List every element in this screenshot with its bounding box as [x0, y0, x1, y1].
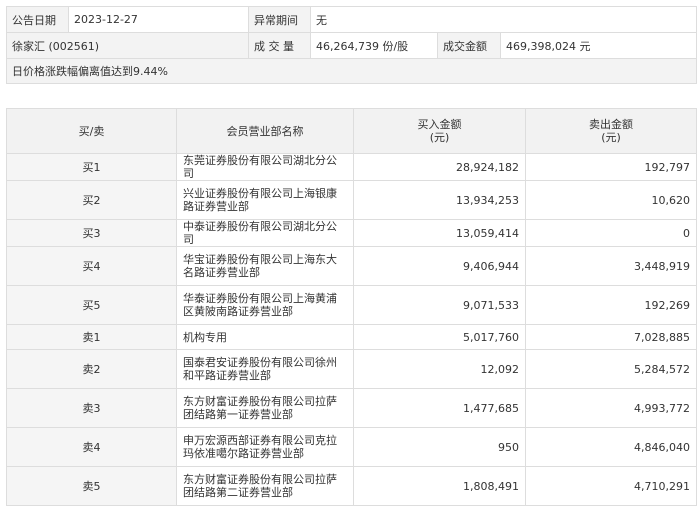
branch-cell: 华泰证券股份有限公司上海黄浦区黄陂南路证券营业部 [176, 285, 354, 325]
buy-amount-cell: 1,808,491 [353, 466, 526, 506]
period-label: 异常期间 [248, 6, 311, 33]
side-cell: 卖3 [6, 388, 177, 428]
volume-value: 46,264,739 份/股 [310, 32, 438, 59]
header-branch: 会员营业部名称 [176, 108, 354, 154]
buy-amount-cell: 13,934,253 [353, 180, 526, 220]
buy-amount-cell: 9,071,533 [353, 285, 526, 325]
table-row: 卖2 国泰君安证券股份有限公司徐州和平路证券营业部 12,092 5,284,5… [6, 349, 697, 389]
header-buy-label: 买入金额 [417, 118, 462, 131]
buy-amount-cell: 28,924,182 [353, 153, 526, 181]
header-sell-label: 卖出金额 [589, 118, 633, 131]
table-row: 卖1 机构专用 5,017,760 7,028,885 [6, 324, 697, 350]
header-buy-unit: (元) [429, 131, 450, 144]
table-row: 买1 东莞证券股份有限公司湖北分公司 28,924,182 192,797 [6, 153, 697, 181]
deviation-note: 日价格涨跌幅偏离值达到9.44% [5, 58, 698, 84]
sell-amount-cell: 5,284,572 [525, 349, 697, 389]
side-cell: 卖1 [6, 324, 177, 350]
header-sell-unit: (元) [601, 131, 621, 144]
branch-cell: 东方财富证券股份有限公司拉萨团结路第一证券营业部 [176, 388, 354, 428]
sell-amount-cell: 192,797 [525, 153, 697, 181]
sell-amount-cell: 4,846,040 [525, 427, 697, 467]
table-row: 买5 华泰证券股份有限公司上海黄浦区黄陂南路证券营业部 9,071,533 19… [6, 285, 697, 325]
buy-amount-cell: 9,406,944 [353, 246, 526, 286]
info-row-trade: 徐家汇 (002561) 成 交 量 46,264,739 份/股 成交金额 4… [6, 32, 698, 59]
amount-label: 成交金额 [437, 32, 501, 59]
table-row: 卖4 申万宏源西部证券有限公司克拉玛依准噶尔路证券营业部 950 4,846,0… [6, 427, 697, 467]
table-row: 卖3 东方财富证券股份有限公司拉萨团结路第一证券营业部 1,477,685 4,… [6, 388, 697, 428]
trading-seats-table: 买/卖 会员营业部名称 买入金额 (元) 卖出金额 (元) 买1 东莞证券股份有… [6, 108, 697, 506]
side-cell: 卖2 [6, 349, 177, 389]
branch-cell: 华宝证券股份有限公司上海东大名路证券营业部 [176, 246, 354, 286]
date-value: 2023-12-27 [68, 6, 249, 33]
stock-name: 徐家汇 (002561) [6, 32, 249, 59]
branch-cell: 申万宏源西部证券有限公司克拉玛依准噶尔路证券营业部 [176, 427, 354, 467]
side-cell: 买2 [6, 180, 177, 220]
side-cell: 买5 [6, 285, 177, 325]
side-cell: 买1 [6, 153, 177, 181]
header-sell: 卖出金额 (元) [525, 108, 697, 154]
sell-amount-cell: 4,993,772 [525, 388, 697, 428]
header-side: 买/卖 [6, 108, 177, 154]
date-label: 公告日期 [6, 6, 69, 33]
buy-amount-cell: 13,059,414 [353, 219, 526, 247]
sell-amount-cell: 7,028,885 [525, 324, 697, 350]
volume-label: 成 交 量 [248, 32, 311, 59]
branch-cell: 东莞证券股份有限公司湖北分公司 [176, 153, 354, 181]
sell-amount-cell: 10,620 [525, 180, 697, 220]
table-row: 买3 中泰证券股份有限公司湖北分公司 13,059,414 0 [6, 219, 697, 247]
info-row-note: 日价格涨跌幅偏离值达到9.44% [5, 58, 698, 84]
branch-cell: 东方财富证券股份有限公司拉萨团结路第二证券营业部 [176, 466, 354, 506]
table-row: 买2 兴业证券股份有限公司上海银康路证券营业部 13,934,253 10,62… [6, 180, 697, 220]
branch-cell: 中泰证券股份有限公司湖北分公司 [176, 219, 354, 247]
side-cell: 卖4 [6, 427, 177, 467]
branch-cell: 机构专用 [176, 324, 354, 350]
side-cell: 买3 [6, 219, 177, 247]
buy-amount-cell: 5,017,760 [353, 324, 526, 350]
header-buy: 买入金额 (元) [353, 108, 526, 154]
sell-amount-cell: 0 [525, 219, 697, 247]
sell-amount-cell: 3,448,919 [525, 246, 697, 286]
buy-amount-cell: 1,477,685 [353, 388, 526, 428]
branch-cell: 兴业证券股份有限公司上海银康路证券营业部 [176, 180, 354, 220]
announcement-info-table: 公告日期 2023-12-27 异常期间 无 徐家汇 (002561) 成 交 … [5, 6, 698, 84]
side-cell: 卖5 [6, 466, 177, 506]
buy-amount-cell: 950 [353, 427, 526, 467]
amount-value: 469,398,024 元 [499, 32, 698, 59]
sell-amount-cell: 4,710,291 [525, 466, 697, 506]
info-row-date: 公告日期 2023-12-27 异常期间 无 [6, 6, 698, 33]
table-header-row: 买/卖 会员营业部名称 买入金额 (元) 卖出金额 (元) [6, 108, 697, 154]
branch-cell: 国泰君安证券股份有限公司徐州和平路证券营业部 [176, 349, 354, 389]
sell-amount-cell: 192,269 [525, 285, 697, 325]
table-row: 卖5 东方财富证券股份有限公司拉萨团结路第二证券营业部 1,808,491 4,… [6, 466, 697, 506]
table-row: 买4 华宝证券股份有限公司上海东大名路证券营业部 9,406,944 3,448… [6, 246, 697, 286]
period-value: 无 [309, 6, 698, 33]
side-cell: 买4 [6, 246, 177, 286]
buy-amount-cell: 12,092 [353, 349, 526, 389]
